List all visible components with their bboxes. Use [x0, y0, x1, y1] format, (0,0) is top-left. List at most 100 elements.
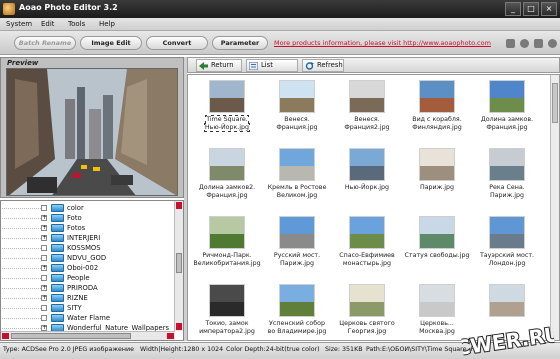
scroll-down-arrow[interactable] — [176, 323, 182, 330]
thumbnail-item[interactable]: Успенский собор во Владимире.jpg — [262, 281, 332, 340]
tree-item[interactable]: NDVU_GOD — [1, 253, 173, 263]
tree-expander[interactable] — [41, 255, 47, 261]
status-dimensions: Width|Height:1280 x 1024 — [140, 346, 224, 353]
folder-icon — [51, 264, 64, 272]
tree-item[interactable]: + Oboi-002 — [1, 263, 173, 273]
tree-expander[interactable]: + — [41, 215, 47, 221]
tree-item[interactable]: People — [1, 273, 173, 283]
tree-expander[interactable] — [41, 315, 47, 321]
thumbnail-item[interactable]: Кремль в Ростове Великом.jpg — [262, 145, 332, 211]
thumbnail-item[interactable]: Венеся. Франция.jpg — [262, 77, 332, 143]
image-edit-button[interactable]: Image Edit — [80, 36, 142, 50]
tree-item[interactable]: + INTERJERI — [1, 233, 173, 243]
menu-system[interactable]: System — [6, 20, 32, 28]
tree-connector — [1, 213, 41, 223]
tree-expander[interactable] — [41, 275, 47, 281]
tree-vertical-scrollbar[interactable] — [174, 201, 183, 331]
batch-rename-button[interactable]: Batch Rename — [14, 36, 76, 50]
thumbnail-item[interactable]: Долина замков. Франция.jpg — [472, 77, 542, 143]
tree-expander[interactable]: + — [41, 235, 47, 241]
folder-icon — [51, 234, 64, 242]
thumbnail-item[interactable]: Нью-Йорк.jpg — [332, 145, 402, 211]
tree-item-label: Oboi-002 — [67, 264, 99, 272]
help-icon[interactable] — [548, 39, 557, 48]
person-icon[interactable] — [520, 39, 529, 48]
thumbnail-caption-text: Русский мост. Париж.jpg — [273, 252, 321, 267]
home-icon[interactable] — [534, 39, 543, 48]
tree-item[interactable]: + PRIRODA — [1, 283, 173, 293]
scroll-thumb[interactable] — [11, 333, 131, 339]
tree-item[interactable]: + Foto — [1, 213, 173, 223]
tree-horizontal-scrollbar[interactable] — [1, 331, 175, 340]
thumbnail-item[interactable]: Церковь... Москва.jpg — [402, 281, 472, 340]
thumbnail-caption: Токио, замок императора2.jpg — [192, 320, 262, 336]
tree-item-label: RIZNE — [67, 294, 88, 302]
thumbnail-caption-text: Статуя свободы.jpg — [404, 252, 470, 259]
thumbnail-item[interactable]: Париж.jpg — [402, 145, 472, 211]
tree-item-label: KOSSMOS — [67, 244, 101, 252]
thumbnail-item[interactable]: Вид с корабля. Финляндия.jpg — [402, 77, 472, 143]
thumbnail-caption: Венеся. Франция.jpg — [262, 116, 332, 132]
tree-item[interactable]: + Fotos — [1, 223, 173, 233]
thumbnail-item[interactable]: Time Square. Нью-Йорк.jpg — [192, 77, 262, 143]
thumbnail-item[interactable]: Спасо-Евфимиев монастырь.jpg — [332, 213, 402, 279]
preview-panel: Preview — [0, 57, 184, 198]
scroll-up-arrow[interactable] — [176, 202, 182, 209]
tree-item[interactable]: KOSSMOS — [1, 243, 173, 253]
thumbnail-item[interactable]: Ричмонд-Парк. Великобритания.jpg — [192, 213, 262, 279]
tree-expander[interactable]: + — [41, 295, 47, 301]
minimize-button[interactable]: _ — [505, 2, 521, 16]
thumbnail-item[interactable]: Токио, замок императора2.jpg — [192, 281, 262, 340]
tree-expander[interactable]: + — [41, 265, 47, 271]
tree-item-label: Water Flame — [67, 314, 111, 322]
thumbnail-caption-text: Церковь святого Георгия.jpg — [339, 320, 395, 335]
thumbnail-caption: Река Сена. Париж.jpg — [472, 184, 542, 200]
maximize-button[interactable]: □ — [523, 2, 539, 16]
parameter-button[interactable]: Parameter — [212, 36, 268, 50]
tree-expander[interactable] — [41, 245, 47, 251]
tree-item[interactable]: color — [1, 203, 173, 213]
tree-item-label: SITY — [67, 304, 82, 312]
list-button[interactable]: List — [246, 59, 298, 72]
thumbnail-item[interactable]: Русский мост. Париж.jpg — [262, 213, 332, 279]
tree-connector — [1, 293, 41, 303]
thumbnail-caption: Ричмонд-Парк. Великобритания.jpg — [192, 252, 262, 268]
thumbnail-caption: Тауэрский мост. Лондон.jpg — [472, 252, 542, 268]
menu-tools[interactable]: Tools — [68, 20, 85, 28]
tree-item[interactable]: Water Flame — [1, 313, 173, 323]
scroll-thumb[interactable] — [552, 83, 558, 123]
folder-icon — [51, 204, 64, 212]
tree-expander[interactable]: + — [41, 285, 47, 291]
thumbnail-item[interactable]: Церковь святого Георгия.jpg — [332, 281, 402, 340]
thumbnail-image — [489, 216, 525, 249]
return-button[interactable]: Return — [196, 59, 242, 72]
thumbnail-image — [419, 284, 455, 317]
close-button[interactable]: × — [541, 2, 557, 16]
thumbnail-item[interactable]: Река Сена. Париж.jpg — [472, 145, 542, 211]
convert-button[interactable]: Convert — [146, 36, 208, 50]
tree-item[interactable]: + RIZNE — [1, 293, 173, 303]
promo-link[interactable]: More products information, please visit … — [274, 39, 491, 47]
grid-vertical-scrollbar[interactable] — [550, 75, 559, 340]
tree-expander[interactable]: + — [41, 225, 47, 231]
tree-expander[interactable] — [41, 305, 47, 311]
scroll-thumb[interactable] — [176, 253, 182, 273]
thumbnail-item[interactable]: Венеся. Франция2.jpg — [332, 77, 402, 143]
thumbnail-item[interactable]: Тауэрский мост. Лондон.jpg — [472, 213, 542, 279]
folder-icon — [51, 304, 64, 312]
scroll-left-arrow[interactable] — [2, 333, 9, 339]
thumbnail-item[interactable]: Статуя свободы.jpg — [402, 213, 472, 279]
tree-item[interactable]: SITY — [1, 303, 173, 313]
refresh-button[interactable]: Refresh — [302, 59, 344, 72]
thumbnail-caption: Успенский собор во Владимире.jpg — [262, 320, 332, 336]
thumbnail-caption-text: Церковь... Москва.jpg — [419, 320, 455, 335]
scroll-right-arrow[interactable] — [167, 333, 174, 339]
menu-help[interactable]: Help — [99, 20, 115, 28]
thumbnail-item[interactable]: Долина замков2. Франция.jpg — [192, 145, 262, 211]
folder-icon — [51, 244, 64, 252]
thumbnail-caption-text: Вид с корабля. Финляндия.jpg — [412, 116, 462, 131]
lock-icon[interactable] — [506, 39, 515, 48]
thumbnail-caption-text: Венеся. Франция.jpg — [276, 116, 318, 131]
tree-expander[interactable] — [41, 205, 47, 211]
menu-edit[interactable]: Edit — [41, 20, 55, 28]
